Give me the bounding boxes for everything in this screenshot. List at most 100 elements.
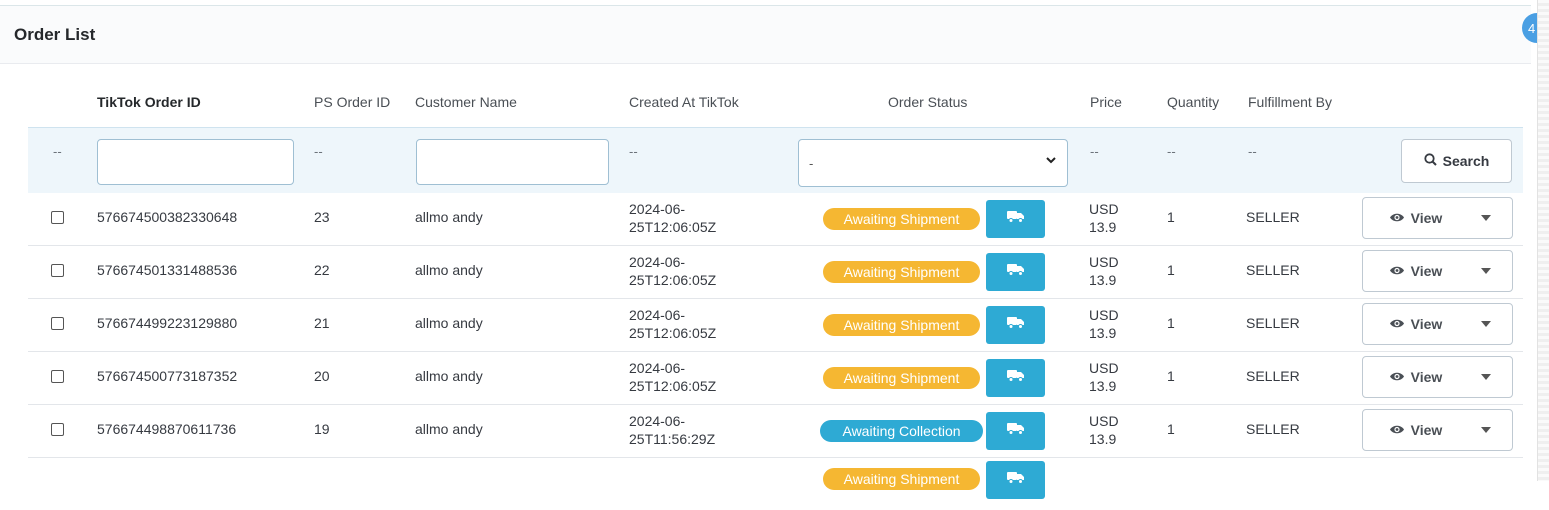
- col-header-tiktok-order-id[interactable]: TikTok Order ID: [97, 94, 201, 110]
- created-at: 2024-06- 25T12:06:05Z: [629, 306, 716, 342]
- table-row: Awaiting Shipment: [28, 458, 1523, 510]
- page-title: Order List: [14, 24, 96, 44]
- search-button[interactable]: Search: [1401, 139, 1512, 183]
- view-button-group: View: [1362, 356, 1513, 398]
- tiktok-order-id: 576674498870611736: [97, 421, 237, 437]
- row-checkbox[interactable]: [51, 211, 64, 224]
- ps-order-id: 19: [314, 421, 330, 437]
- ship-order-button[interactable]: [986, 461, 1045, 499]
- order-status-badge: Awaiting Collection: [820, 420, 983, 442]
- tiktok-order-id: 576674501331488536: [97, 262, 238, 278]
- col-header-fulfillment-by[interactable]: Fulfillment By: [1248, 94, 1332, 110]
- page-edge: [1537, 0, 1549, 481]
- view-button[interactable]: View: [1363, 410, 1468, 450]
- customer-name: allmo andy: [415, 209, 483, 225]
- fulfillment-by: SELLER: [1246, 209, 1300, 225]
- view-button-label: View: [1410, 369, 1443, 385]
- view-button-group: View: [1362, 197, 1513, 239]
- notification-count: 4: [1528, 20, 1536, 36]
- caret-down-icon[interactable]: [1481, 215, 1491, 221]
- fulfillment-by: SELLER: [1246, 315, 1300, 331]
- order-list-panel: Order List TikTok Order ID PS Order ID C…: [0, 5, 1531, 510]
- quantity: 1: [1167, 315, 1175, 331]
- view-button-label: View: [1410, 263, 1443, 279]
- price: USD 13.9: [1089, 200, 1119, 236]
- ship-order-button[interactable]: [986, 359, 1045, 397]
- ship-order-button[interactable]: [986, 200, 1045, 238]
- quantity: 1: [1167, 209, 1175, 225]
- created-at-time: 25T12:06:05Z: [629, 378, 717, 394]
- view-button-label: View: [1410, 316, 1443, 332]
- truck-icon: [1006, 471, 1025, 489]
- customer-name-filter-input[interactable]: [416, 139, 609, 185]
- created-at-date: 2024-06-: [629, 201, 686, 217]
- col-header-quantity[interactable]: Quantity: [1167, 94, 1219, 110]
- ship-order-button[interactable]: [986, 306, 1045, 344]
- created-at: 2024-06- 25T11:56:29Z: [629, 412, 715, 448]
- created-at-date: 2024-06-: [629, 254, 686, 270]
- fulfillment-by: SELLER: [1246, 368, 1300, 384]
- col-header-created-at-tiktok[interactable]: Created At TikTok: [629, 94, 739, 110]
- filter-placeholder: --: [314, 144, 323, 159]
- order-status-badge: Awaiting Shipment: [823, 314, 980, 336]
- created-at-date: 2024-06-: [629, 307, 686, 323]
- price: USD 13.9: [1089, 306, 1119, 342]
- fulfillment-by: SELLER: [1246, 421, 1300, 437]
- truck-icon: [1006, 263, 1025, 281]
- truck-icon: [1006, 210, 1025, 228]
- view-button[interactable]: View: [1363, 251, 1468, 291]
- caret-down-icon[interactable]: [1481, 268, 1491, 274]
- created-at: 2024-06- 25T12:06:05Z: [629, 253, 716, 289]
- created-at-time: 25T11:56:29Z: [629, 431, 716, 447]
- caret-down-icon[interactable]: [1481, 374, 1491, 380]
- view-button[interactable]: View: [1363, 357, 1468, 397]
- table-row: 576674501331488536 22 allmo andy 2024-06- 25…: [28, 246, 1523, 299]
- ps-order-id: 21: [314, 315, 330, 331]
- search-icon: [1424, 153, 1437, 169]
- filter-placeholder: --: [629, 144, 638, 159]
- row-checkbox[interactable]: [51, 423, 64, 436]
- ship-order-button[interactable]: [986, 253, 1045, 291]
- eye-icon: [1389, 369, 1405, 385]
- order-status-badge: Awaiting Shipment: [823, 367, 980, 389]
- created-at-time: 25T12:06:05Z: [629, 325, 717, 341]
- ship-order-button[interactable]: [986, 412, 1045, 450]
- caret-down-icon[interactable]: [1481, 321, 1491, 327]
- order-status-badge: Awaiting Shipment: [823, 468, 980, 490]
- view-button-group: View: [1362, 303, 1513, 345]
- order-status-badge: Awaiting Shipment: [823, 208, 980, 230]
- row-checkbox[interactable]: [51, 317, 64, 330]
- chevron-down-icon: [1045, 154, 1057, 169]
- view-button[interactable]: View: [1363, 304, 1468, 344]
- caret-down-icon[interactable]: [1481, 427, 1491, 433]
- price-currency: USD: [1089, 201, 1119, 217]
- price-amount: 13.9: [1089, 272, 1117, 288]
- eye-icon: [1389, 210, 1405, 226]
- quantity: 1: [1167, 368, 1175, 384]
- tiktok-order-id-filter-input[interactable]: [97, 139, 294, 185]
- view-button[interactable]: View: [1363, 198, 1468, 238]
- eye-icon: [1389, 316, 1405, 332]
- col-header-order-status[interactable]: Order Status: [888, 94, 967, 110]
- tiktok-order-id: 576674499223129880: [97, 315, 238, 331]
- created-at: 2024-06- 25T12:06:05Z: [629, 359, 716, 395]
- customer-name: allmo andy: [415, 262, 483, 278]
- fulfillment-by: SELLER: [1246, 262, 1300, 278]
- row-checkbox[interactable]: [51, 264, 64, 277]
- eye-icon: [1389, 422, 1405, 438]
- order-status-filter-select[interactable]: -: [798, 139, 1068, 187]
- table-row: 576674500773187352 20 allmo andy 2024-06- 25…: [28, 352, 1523, 405]
- col-header-price[interactable]: Price: [1090, 94, 1122, 110]
- col-header-customer-name[interactable]: Customer Name: [415, 94, 517, 110]
- quantity: 1: [1167, 421, 1175, 437]
- col-header-ps-order-id[interactable]: PS Order ID: [314, 94, 390, 110]
- search-button-label: Search: [1442, 153, 1490, 169]
- table-row: 576674499223129880 21 allmo andy 2024-06- 25…: [28, 299, 1523, 352]
- created-at-time: 25T12:06:05Z: [629, 219, 717, 235]
- price: USD 13.9: [1089, 412, 1119, 448]
- created-at: 2024-06- 25T12:06:05Z: [629, 200, 716, 236]
- price-currency: USD: [1089, 254, 1119, 270]
- ps-order-id: 22: [314, 262, 330, 278]
- panel-header: Order List: [0, 6, 1531, 64]
- row-checkbox[interactable]: [51, 370, 64, 383]
